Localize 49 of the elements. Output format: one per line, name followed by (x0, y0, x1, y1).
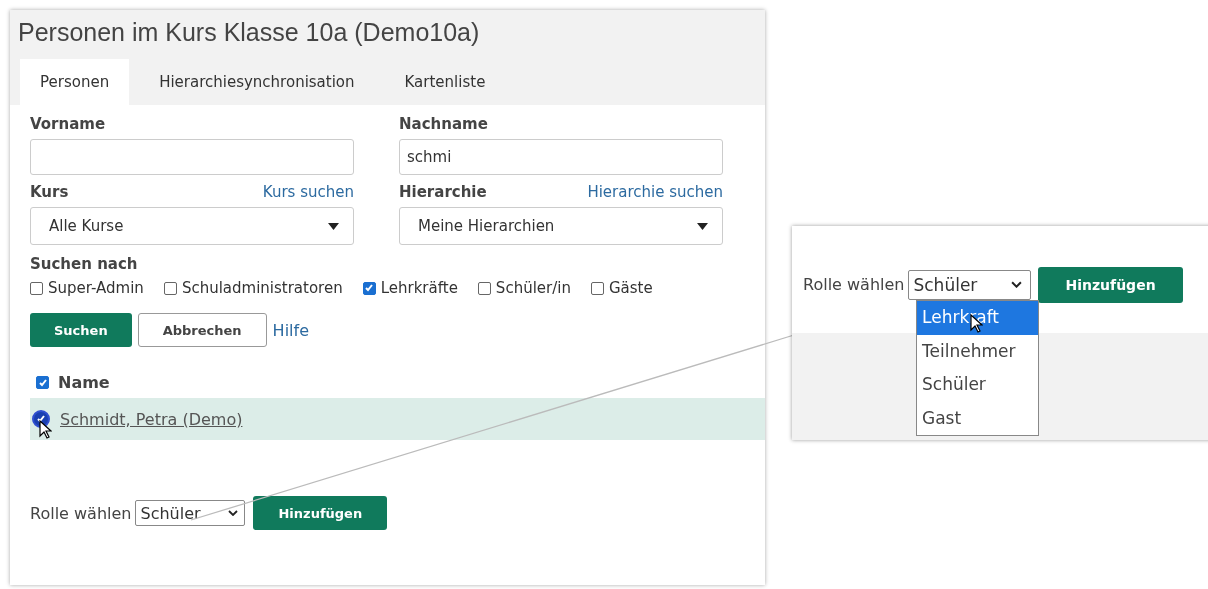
search-link[interactable]: Kurs suchen (262, 183, 354, 201)
tab[interactable]: Hierarchiesynchronisation (139, 59, 375, 105)
last-name-field[interactable]: schmi (399, 139, 723, 175)
page-title: Personen im Kurs Klasse 10a (Demo10a) (17, 18, 481, 48)
role-checkbox[interactable]: Schüler/in (477, 279, 571, 297)
search-link[interactable]: Hierarchie suchen (587, 183, 723, 201)
chevron-icon (1011, 281, 1023, 288)
cancel-button[interactable]: Abbrechen (137, 313, 267, 347)
field-label: Kurs (30, 183, 69, 201)
checkbox[interactable] (362, 281, 376, 295)
role-checkbox[interactable]: Gäste (590, 279, 653, 297)
field-label: Hierarchie (399, 183, 487, 201)
dropdown[interactable]: Alle Kurse (30, 207, 354, 245)
column-header: Name (58, 373, 110, 392)
role-label: Rolle wählen (30, 503, 132, 523)
field-label: Vorname (30, 115, 107, 133)
checkbox[interactable] (590, 281, 604, 295)
cursor-icon (39, 420, 52, 439)
caret-icon (697, 222, 708, 230)
dropdown-option[interactable]: Schüler (917, 368, 1038, 402)
add-button[interactable]: Hinzufügen (1038, 266, 1183, 303)
add-button[interactable]: Hinzufügen (253, 496, 388, 530)
help-link[interactable]: Hilfe (272, 320, 309, 340)
role-checkbox[interactable]: Super-Admin (30, 279, 144, 297)
role-dropdown[interactable]: Schüler (135, 500, 246, 526)
field-label: Nachname (399, 115, 489, 133)
check-icon (37, 377, 48, 388)
section-label: Suchen nach (30, 255, 139, 273)
dropdown-option[interactable]: Lehrkraft (917, 301, 1038, 335)
dropdown-option[interactable]: Gast (917, 401, 1038, 435)
search-button[interactable]: Suchen (30, 313, 132, 347)
first-name-field[interactable] (30, 139, 354, 175)
caret-icon (328, 222, 339, 230)
check-icon (364, 283, 375, 293)
select-all-checkbox[interactable] (36, 376, 49, 389)
tab[interactable]: Kartenliste (384, 59, 506, 105)
dropdown-option[interactable]: Teilnehmer (917, 334, 1038, 368)
result-row[interactable]: Schmidt, Petra (Demo) (30, 398, 765, 440)
role-checkbox[interactable]: Schuladministratoren (163, 279, 343, 297)
role-label: Rolle wählen (803, 275, 905, 294)
dropdown[interactable]: Meine Hierarchien (399, 207, 723, 245)
role-dropdown[interactable]: Schüler (908, 269, 1032, 300)
chevron-icon (228, 510, 239, 516)
tab[interactable]: Personen (20, 59, 130, 105)
checkbox[interactable] (477, 281, 491, 295)
person-link[interactable]: Schmidt, Petra (Demo) (60, 409, 243, 429)
checkbox[interactable] (30, 281, 43, 295)
checkbox[interactable] (163, 281, 177, 295)
role-checkbox[interactable]: Lehrkräfte (362, 279, 458, 297)
